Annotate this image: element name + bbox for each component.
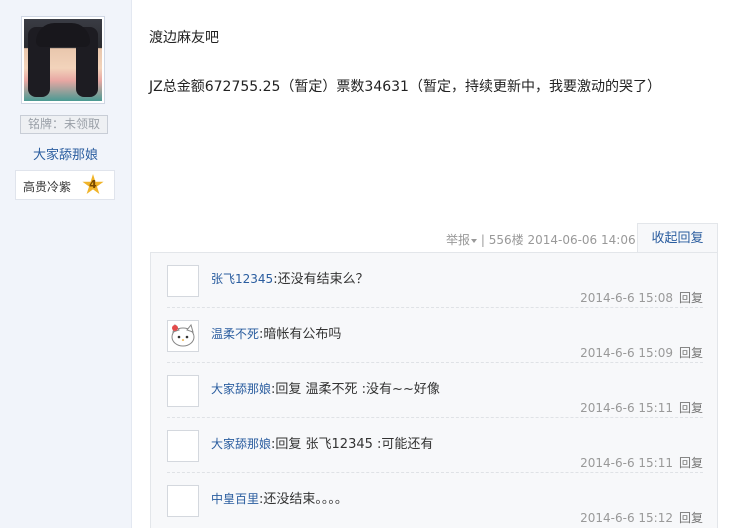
reply-text-row: 中皇百里:还没结束。。。。 <box>211 488 348 507</box>
author-name-link[interactable]: 大家舔那娘 <box>0 144 131 163</box>
reply-username[interactable]: 大家舔那娘 <box>211 437 271 451</box>
reply-time: 2014-6-6 15:12 <box>580 511 673 525</box>
post-meta: 举报 | 556楼 2014-06-06 14:06 <box>446 231 636 248</box>
reply-item: 温柔不死:暗帐有公布吗 2014-6-6 15:09 回复 <box>167 308 703 363</box>
reply-meta: 2014-6-6 15:12 回复 <box>580 509 703 526</box>
author-avatar[interactable] <box>21 16 105 104</box>
reply-meta: 2014-6-6 15:11 回复 <box>580 399 703 416</box>
reply-text-row: 温柔不死:暗帐有公布吗 <box>211 323 341 342</box>
nameplate-badge[interactable]: 铭牌：未领取 <box>20 115 108 134</box>
post-content-line-1: 渡边麻友吧 <box>149 30 219 46</box>
reply-text-row: 张飞12345:还没有结束么？ <box>211 268 369 287</box>
author-sidebar: 铭牌：未领取 大家舔那娘 高贵冷紫 4 <box>0 0 132 528</box>
level-title: 高贵冷紫 <box>23 180 72 194</box>
reply-panel: 张飞12345:还没有结束么？ 2014-6-6 15:08 回复 温柔不死:暗帐… <box>150 252 718 528</box>
reply-time: 2014-6-6 15:09 <box>580 346 673 360</box>
floor-number: 556楼 <box>488 233 524 247</box>
reply-content: 回复 张飞12345 :可能还有 <box>275 437 434 452</box>
reply-time: 2014-6-6 15:08 <box>580 291 673 305</box>
reply-button[interactable]: 回复 <box>679 346 703 360</box>
reply-item: 张飞12345:还没有结束么？ 2014-6-6 15:08 回复 <box>167 253 703 308</box>
report-link[interactable]: 举报 <box>446 233 478 247</box>
reply-meta: 2014-6-6 15:08 回复 <box>580 289 703 306</box>
reply-avatar[interactable] <box>167 265 199 297</box>
report-label: 举报 <box>446 233 471 247</box>
reply-avatar[interactable] <box>167 485 199 517</box>
reply-item: 中皇百里:还没结束。。。。 2014-6-6 15:12 回复 <box>167 473 703 527</box>
member-level[interactable]: 高贵冷紫 4 <box>15 170 115 200</box>
reply-text-row: 大家舔那娘:回复 张飞12345 :可能还有 <box>211 433 433 452</box>
cat-face-icon <box>171 323 195 347</box>
reply-content: 还没有结束么？ <box>277 272 369 287</box>
post-content-line-2: JZ总金额672755.25（暂定）票数34631（暂定，持续更新中，我要激动的… <box>149 79 661 95</box>
reply-text-row: 大家舔那娘:回复 温柔不死 :没有~~好像 <box>211 378 440 397</box>
reply-button[interactable]: 回复 <box>679 291 703 305</box>
reply-button[interactable]: 回复 <box>679 456 703 470</box>
reply-avatar[interactable] <box>167 430 199 462</box>
chevron-down-icon <box>471 238 478 243</box>
reply-time: 2014-6-6 15:11 <box>580 456 673 470</box>
reply-button[interactable]: 回复 <box>679 511 703 525</box>
reply-username[interactable]: 温柔不死 <box>211 327 259 341</box>
reply-item: 大家舔那娘:回复 张飞12345 :可能还有 2014-6-6 15:11 回复 <box>167 418 703 473</box>
avatar-image <box>24 19 102 101</box>
reply-username[interactable]: 中皇百里 <box>211 492 259 506</box>
reply-content: 还没结束。。。。 <box>263 492 348 507</box>
collapse-replies-button[interactable]: 收起回复 <box>637 223 718 253</box>
reply-avatar[interactable] <box>167 375 199 407</box>
meta-separator: | <box>480 233 485 247</box>
reply-username[interactable]: 张飞12345 <box>211 272 273 286</box>
reply-content: 暗帐有公布吗 <box>263 327 342 342</box>
reply-button[interactable]: 回复 <box>679 401 703 415</box>
level-number: 4 <box>89 178 97 191</box>
reply-item: 大家舔那娘:回复 温柔不死 :没有~~好像 2014-6-6 15:11 回复 <box>167 363 703 418</box>
reply-username[interactable]: 大家舔那娘 <box>211 382 271 396</box>
reply-meta: 2014-6-6 15:11 回复 <box>580 454 703 471</box>
reply-avatar[interactable] <box>167 320 199 352</box>
post-timestamp: 2014-06-06 14:06 <box>527 233 636 247</box>
reply-content: 回复 温柔不死 :没有~~好像 <box>275 382 440 397</box>
reply-meta: 2014-6-6 15:09 回复 <box>580 344 703 361</box>
reply-time: 2014-6-6 15:11 <box>580 401 673 415</box>
